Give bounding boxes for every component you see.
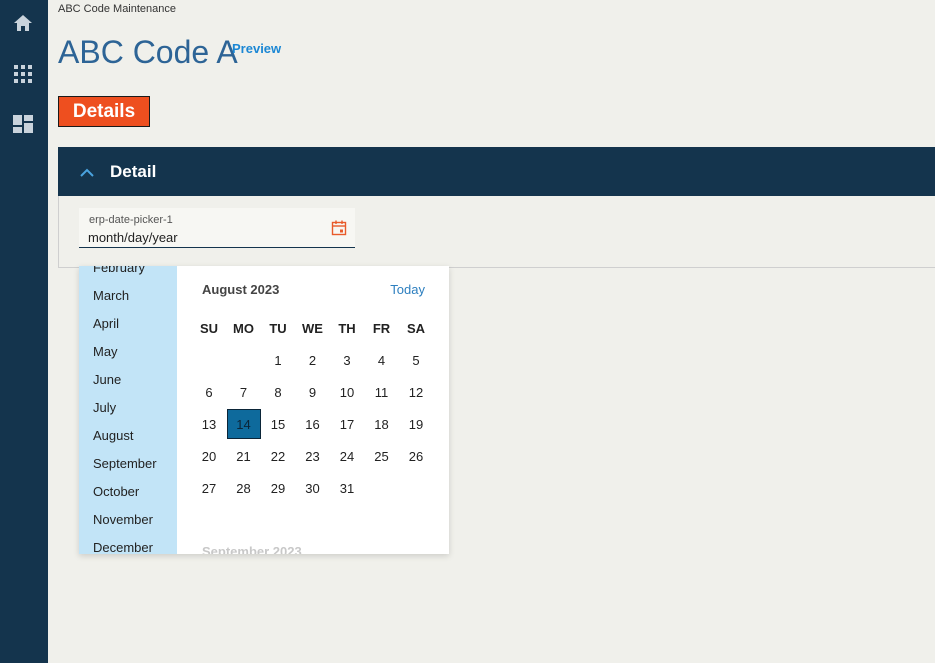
calendar-day[interactable]: 31 xyxy=(330,473,364,503)
preview-link[interactable]: Preview xyxy=(232,41,281,56)
weekday-header: WE xyxy=(302,320,323,336)
calendar-icon[interactable] xyxy=(331,220,347,241)
calendar-day[interactable]: 26 xyxy=(399,441,433,471)
calendar-day[interactable]: 11 xyxy=(365,377,399,407)
calendar-day[interactable]: 28 xyxy=(227,473,261,503)
calendar-day[interactable]: 24 xyxy=(330,441,364,471)
calendar-grid: August 2023 Today September 2023 SU MO TU W… xyxy=(177,266,449,554)
weekday-header: MO xyxy=(233,320,254,336)
today-button[interactable]: Today xyxy=(390,282,425,297)
month-item[interactable]: February xyxy=(93,266,145,275)
calendar-day[interactable]: 9 xyxy=(296,377,330,407)
calendar-day[interactable]: 25 xyxy=(365,441,399,471)
calendar-day[interactable]: 3 xyxy=(330,345,364,375)
calendar-day[interactable]: 30 xyxy=(296,473,330,503)
month-item[interactable]: December xyxy=(93,540,153,554)
calendar-day[interactable]: 27 xyxy=(192,473,226,503)
detail-section-header[interactable]: Detail xyxy=(58,147,935,196)
apps-grid-icon[interactable] xyxy=(12,63,34,85)
date-field-label: erp-date-picker-1 xyxy=(89,214,173,226)
calendar-day[interactable]: 7 xyxy=(227,377,261,407)
calendar-day[interactable]: 16 xyxy=(296,409,330,439)
calendar-day[interactable]: 23 xyxy=(296,441,330,471)
calendar-day[interactable]: 8 xyxy=(261,377,295,407)
date-picker-field[interactable]: erp-date-picker-1 xyxy=(79,208,355,248)
selected-day[interactable]: 14 xyxy=(226,409,261,439)
calendar-day[interactable]: 4 xyxy=(365,345,399,375)
calendar-day[interactable]: 19 xyxy=(399,409,433,439)
calendar-day[interactable]: 5 xyxy=(399,345,433,375)
calendar-day[interactable]: 20 xyxy=(192,441,226,471)
month-item[interactable]: October xyxy=(93,484,139,499)
calendar-day[interactable]: 2 xyxy=(296,345,330,375)
page-title: ABC Code A xyxy=(58,34,238,70)
sidebar xyxy=(0,0,48,663)
calendar-day[interactable]: 18 xyxy=(365,409,399,439)
home-icon[interactable] xyxy=(12,12,34,34)
section-title: Detail xyxy=(110,162,157,181)
month-item[interactable]: November xyxy=(93,512,153,527)
date-input[interactable] xyxy=(88,228,318,246)
month-list: February March April May June July August Septe… xyxy=(79,266,177,554)
calendar-day[interactable]: 22 xyxy=(261,441,295,471)
weekday-header: SA xyxy=(406,320,426,336)
calendar-month-title: August 2023 xyxy=(202,282,280,297)
month-item[interactable]: March xyxy=(93,288,129,303)
month-item[interactable]: September xyxy=(93,456,157,471)
date-picker-popup: February March April May June July August Septe… xyxy=(79,266,449,554)
month-item[interactable]: August xyxy=(93,428,133,443)
calendar-day[interactable]: 1 xyxy=(261,345,295,375)
weekday-header: TH xyxy=(338,320,356,336)
calendar-day[interactable]: 17 xyxy=(330,409,364,439)
next-month-title: September 2023 xyxy=(202,544,302,554)
calendar-day[interactable]: 13 xyxy=(192,409,226,439)
calendar-day[interactable]: 15 xyxy=(261,409,295,439)
calendar-day[interactable]: 21 xyxy=(227,441,261,471)
weekday-header: TU xyxy=(269,320,287,336)
dashboard-icon[interactable] xyxy=(12,113,34,135)
month-item[interactable]: April xyxy=(93,316,119,331)
calendar-day[interactable]: 6 xyxy=(192,377,226,407)
breadcrumb[interactable]: ABC Code Maintenance xyxy=(58,3,176,15)
month-item[interactable]: June xyxy=(93,372,121,387)
details-button[interactable]: Details xyxy=(58,96,150,127)
month-item[interactable]: July xyxy=(93,400,116,415)
calendar-day[interactable]: 29 xyxy=(261,473,295,503)
calendar-day[interactable]: 10 xyxy=(330,377,364,407)
weekday-header: FR xyxy=(372,320,391,336)
calendar-day[interactable]: 12 xyxy=(399,377,433,407)
month-item[interactable]: May xyxy=(93,344,118,359)
weekday-header: SU xyxy=(199,320,219,336)
chevron-up-icon[interactable] xyxy=(80,165,94,183)
